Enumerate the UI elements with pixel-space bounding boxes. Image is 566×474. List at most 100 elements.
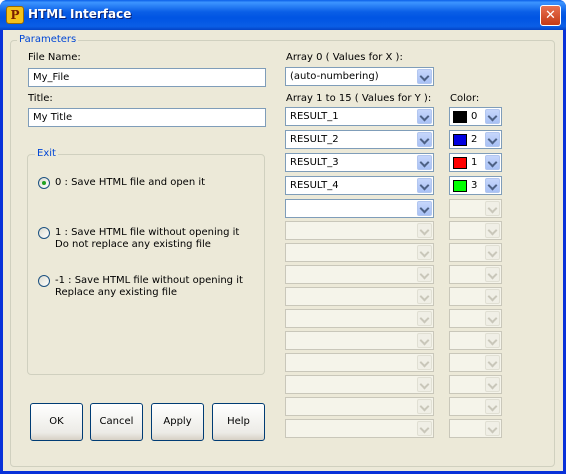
- chevron-down-icon[interactable]: [417, 201, 432, 216]
- chevron-down-icon: [417, 355, 432, 370]
- chevron-down-icon: [417, 245, 432, 260]
- chevron-down-icon: [417, 311, 432, 326]
- chevron-down-icon: [417, 399, 432, 414]
- exit-legend: Exit: [35, 148, 58, 159]
- app-icon: P: [6, 6, 24, 24]
- file-name-label: File Name:: [28, 52, 81, 63]
- color-combo-7: [449, 243, 502, 262]
- array-combo-4[interactable]: RESULT_4: [285, 176, 434, 195]
- color-label: Color:: [450, 93, 480, 104]
- radio-button[interactable]: [38, 227, 50, 239]
- array-combo-11: [285, 331, 434, 350]
- file-name-input[interactable]: My_File: [28, 68, 266, 87]
- array1-label: Array 1 to 15 ( Values for Y ):: [286, 93, 432, 104]
- color-combo-6: [449, 221, 502, 240]
- color-combo-8: [449, 265, 502, 284]
- chevron-down-icon[interactable]: [417, 155, 432, 170]
- array-combo-6: [285, 221, 434, 240]
- array0-label: Array 0 ( Values for X ):: [286, 52, 403, 63]
- chevron-down-icon: [417, 421, 432, 436]
- parameters-legend: Parameters: [17, 34, 79, 45]
- array-combo-2[interactable]: RESULT_2: [285, 130, 434, 149]
- array0-combo[interactable]: (auto-numbering): [285, 67, 434, 86]
- apply-button[interactable]: Apply: [151, 403, 204, 441]
- title-bar[interactable]: P HTML Interface ✕: [0, 0, 566, 30]
- color-combo-4[interactable]: 3: [449, 176, 502, 195]
- chevron-down-icon: [485, 399, 500, 414]
- chevron-down-icon: [417, 333, 432, 348]
- chevron-down-icon[interactable]: [417, 109, 432, 124]
- color-combo-15: [449, 419, 502, 438]
- array-value: RESULT_3: [290, 157, 339, 168]
- color-index: 3: [471, 180, 478, 191]
- array-combo-7: [285, 243, 434, 262]
- color-combo-11: [449, 331, 502, 350]
- color-swatch: [453, 111, 467, 123]
- chevron-down-icon: [417, 377, 432, 392]
- chevron-down-icon[interactable]: [417, 178, 432, 193]
- array-value: RESULT_2: [290, 134, 339, 145]
- help-button[interactable]: Help: [212, 403, 265, 441]
- chevron-down-icon[interactable]: [417, 132, 432, 147]
- color-combo-14: [449, 397, 502, 416]
- chevron-down-icon[interactable]: [485, 155, 500, 170]
- exit-option-label: 0 : Save HTML file and open it: [55, 177, 206, 188]
- exit-option-label: -1 : Save HTML file without opening it: [55, 275, 243, 286]
- array-combo-15: [285, 419, 434, 438]
- exit-option-sublabel: Replace any existing file: [55, 287, 177, 298]
- array-combo-12: [285, 353, 434, 372]
- array-value: RESULT_4: [290, 180, 339, 191]
- cancel-button[interactable]: Cancel: [90, 403, 143, 441]
- chevron-down-icon: [485, 311, 500, 326]
- chevron-down-icon: [417, 223, 432, 238]
- title-input[interactable]: My Title: [28, 108, 266, 127]
- color-combo-3[interactable]: 1: [449, 153, 502, 172]
- array-combo-13: [285, 375, 434, 394]
- color-combo-13: [449, 375, 502, 394]
- html-interface-window: P HTML Interface ✕ Parameters File Name:…: [0, 0, 566, 474]
- array-combo-3[interactable]: RESULT_3: [285, 153, 434, 172]
- chevron-down-icon: [485, 245, 500, 260]
- array-value: RESULT_1: [290, 111, 339, 122]
- array-combo-1[interactable]: RESULT_1: [285, 107, 434, 126]
- color-swatch: [453, 180, 467, 192]
- chevron-down-icon: [485, 267, 500, 282]
- color-combo-2[interactable]: 2: [449, 130, 502, 149]
- chevron-down-icon: [485, 377, 500, 392]
- color-index: 2: [471, 134, 478, 145]
- chevron-down-icon: [485, 223, 500, 238]
- title-label: Title:: [28, 93, 53, 104]
- radio-button[interactable]: [38, 177, 50, 189]
- color-index: 1: [471, 157, 478, 168]
- array0-value: (auto-numbering): [290, 71, 379, 82]
- chevron-down-icon[interactable]: [485, 109, 500, 124]
- exit-option-label: 1 : Save HTML file without opening it: [55, 227, 240, 238]
- color-combo-5: [449, 199, 502, 218]
- array-combo-5[interactable]: [285, 199, 434, 218]
- chevron-down-icon: [485, 333, 500, 348]
- window-title: HTML Interface: [28, 7, 132, 21]
- chevron-down-icon[interactable]: [417, 69, 432, 84]
- chevron-down-icon: [417, 289, 432, 304]
- color-combo-1[interactable]: 0: [449, 107, 502, 126]
- ok-button[interactable]: OK: [30, 403, 83, 441]
- color-index: 0: [471, 111, 478, 122]
- radio-button[interactable]: [38, 275, 50, 287]
- close-button[interactable]: ✕: [540, 5, 561, 26]
- chevron-down-icon[interactable]: [485, 132, 500, 147]
- exit-option-sublabel: Do not replace any existing file: [55, 239, 211, 250]
- array-combo-8: [285, 265, 434, 284]
- chevron-down-icon: [417, 267, 432, 282]
- color-combo-12: [449, 353, 502, 372]
- chevron-down-icon[interactable]: [485, 178, 500, 193]
- color-swatch: [453, 157, 467, 169]
- chevron-down-icon: [485, 289, 500, 304]
- array-combo-9: [285, 287, 434, 306]
- color-combo-10: [449, 309, 502, 328]
- chevron-down-icon: [485, 201, 500, 216]
- array-combo-10: [285, 309, 434, 328]
- color-combo-9: [449, 287, 502, 306]
- chevron-down-icon: [485, 421, 500, 436]
- color-swatch: [453, 134, 467, 146]
- dialog-client: Parameters File Name: My_File Title: My …: [3, 30, 563, 471]
